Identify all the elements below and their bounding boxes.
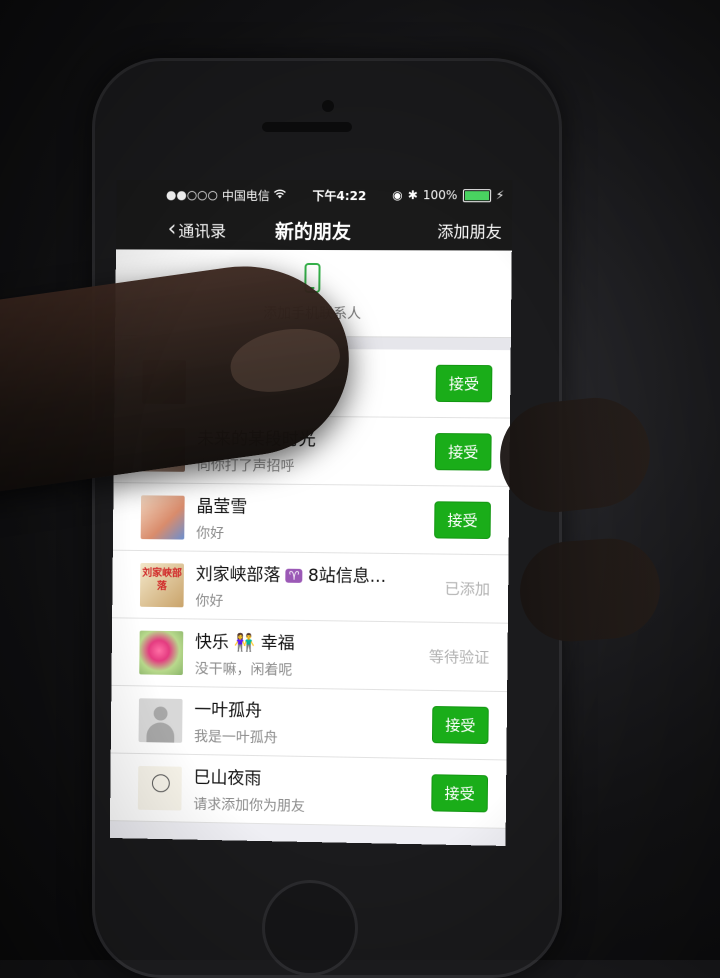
contact-name: 巳山夜雨: [193, 767, 262, 790]
avatar: [140, 494, 185, 540]
accept-button[interactable]: 接受: [435, 364, 493, 403]
battery-level: [464, 190, 489, 200]
contact-message: 你好: [195, 593, 224, 610]
contact-message: 我是一叶孤舟: [193, 729, 278, 747]
wifi-icon: [274, 188, 287, 202]
battery-percent: 100%: [422, 188, 458, 203]
accept-button[interactable]: 接受: [431, 705, 489, 745]
contact-name: 刘家峡部落 ♈ 8站信息...: [196, 560, 445, 588]
list-item[interactable]: 一叶孤舟 我是一叶孤舟 接受: [110, 685, 508, 761]
back-button[interactable]: ‹ 通讯录: [167, 216, 227, 242]
chevron-left-icon: ‹: [167, 216, 177, 242]
list-item[interactable]: 晶莹雪 你好 接受: [112, 483, 510, 556]
aries-sign-icon: ♈: [285, 568, 303, 583]
charging-icon: ⚡: [495, 188, 505, 203]
list-item[interactable]: 巳山夜雨 请求添加你为朋友 接受: [110, 753, 507, 829]
navigation-bar: ‹ 通讯录 新的朋友 添加朋友: [115, 209, 513, 251]
contact-name: 晶莹雪: [196, 496, 248, 518]
contact-message: 你好: [196, 525, 225, 543]
battery-icon: [462, 188, 491, 202]
default-avatar-icon: [138, 697, 183, 743]
avatar: [139, 630, 184, 675]
page-title: 新的朋友: [274, 220, 352, 243]
contact-name-suffix: 幸福: [260, 633, 295, 654]
pending-status: 等待验证: [428, 647, 490, 667]
earpiece-speaker: [262, 122, 352, 132]
contact-message: 没干嘛，闲着呢: [194, 661, 293, 679]
add-friend-button[interactable]: 添加朋友: [437, 218, 502, 242]
contact-name: 快乐 👫 幸福: [195, 627, 429, 655]
avatar-text: 刘家峡部落: [142, 567, 182, 592]
contact-name-main: 刘家峡部落: [195, 564, 281, 586]
signal-indicator: ●●○○○: [165, 187, 219, 202]
contact-message: 请求添加你为朋友: [193, 796, 305, 815]
accept-button[interactable]: 接受: [434, 433, 492, 471]
front-camera: [322, 100, 334, 112]
accept-button[interactable]: 接受: [434, 501, 491, 540]
couple-emoji-icon: 👫: [234, 632, 256, 654]
back-label: 通讯录: [178, 221, 227, 241]
contact-name-main: 快乐: [194, 632, 229, 653]
rotation-lock-icon: ◉: [392, 188, 403, 203]
status-bar: ●●○○○ 中国电信 下午4:22 ◉ ✱ 100% ⚡: [116, 179, 513, 211]
bluetooth-icon: ✱: [407, 188, 418, 203]
avatar: 刘家峡部落: [139, 562, 184, 607]
contact-name-suffix: 8站信息...: [307, 565, 387, 587]
finger-occlusion: [516, 535, 664, 645]
contact-name: 一叶孤舟: [194, 700, 263, 722]
accept-button[interactable]: 接受: [431, 774, 489, 813]
home-button[interactable]: [262, 880, 358, 976]
avatar: [137, 765, 182, 811]
carrier-name: 中国电信: [221, 188, 270, 203]
list-item[interactable]: 快乐 👫 幸福 没干嘛，闲着呢 等待验证: [111, 618, 508, 693]
status-time: 下午4:22: [312, 188, 367, 203]
list-item[interactable]: 刘家峡部落 刘家峡部落 ♈ 8站信息... 你好 已添加: [112, 550, 509, 624]
added-status: 已添加: [444, 579, 491, 599]
